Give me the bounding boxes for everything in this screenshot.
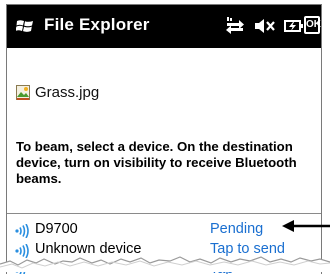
beam-instructions: To beam, select a device. On the destina…: [16, 139, 297, 186]
volume-muted-icon[interactable]: [254, 17, 276, 35]
ok-button[interactable]: OK: [304, 16, 321, 34]
file-name: Grass.jpg: [35, 84, 100, 101]
app-title: File Explorer: [44, 15, 150, 34]
device-status[interactable]: Pending: [210, 221, 263, 237]
divider: [7, 213, 321, 214]
title-bar: File Explorer OK: [7, 5, 321, 48]
device-name: D9700: [35, 221, 78, 237]
torn-edge: [0, 256, 330, 272]
device-screen: File Explorer OK Grass.jpg To beam, sele…: [6, 4, 322, 274]
battery-charging-icon[interactable]: [284, 17, 304, 35]
windows-flag-icon[interactable]: [16, 18, 34, 34]
device-row-d9700[interactable]: D9700 Pending: [15, 221, 315, 241]
connectivity-icon[interactable]: [225, 17, 245, 35]
bluetooth-signal-icon: [15, 224, 29, 238]
annotation-arrow-icon: [282, 220, 330, 232]
image-file-icon: [16, 85, 30, 100]
